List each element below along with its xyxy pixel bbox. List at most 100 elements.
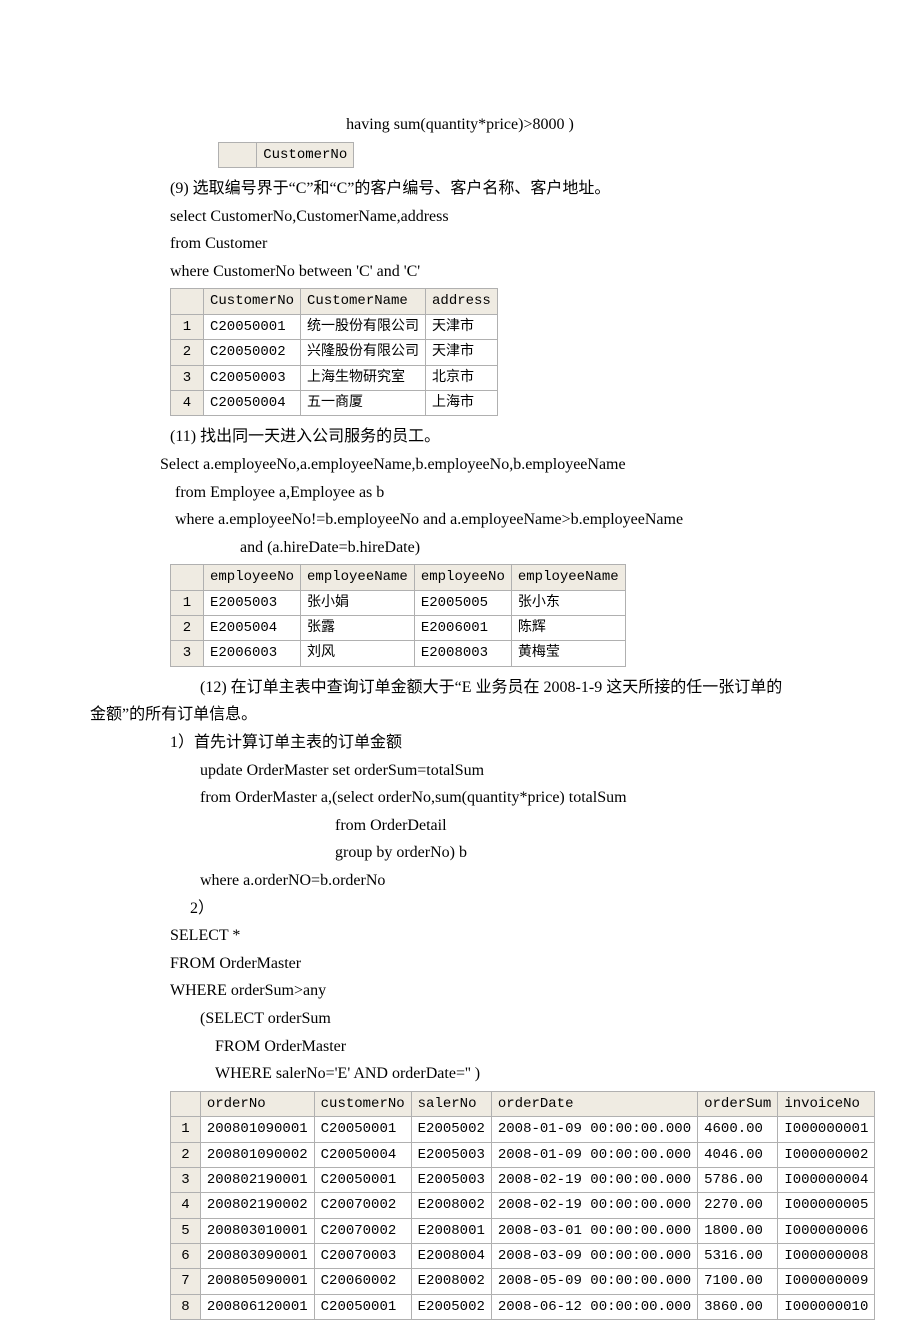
row-number: 1 <box>171 314 204 339</box>
cell: E2005002 <box>411 1117 491 1142</box>
row-number: 1 <box>171 1117 201 1142</box>
cell: 张露 <box>301 616 415 641</box>
cell: E2008001 <box>411 1218 491 1243</box>
table-row: 5200803010001C20070002E20080012008-03-01… <box>171 1218 875 1243</box>
cell: 张小东 <box>511 590 625 615</box>
mini-result-table: CustomerNo <box>218 142 354 168</box>
mini-table-header: CustomerNo <box>257 142 354 167</box>
cell: E2006003 <box>204 641 301 666</box>
table-row: 6200803090001C20070003E20080042008-03-09… <box>171 1244 875 1269</box>
cell: C20050004 <box>314 1142 411 1167</box>
table-row: 3200802190001C20050001E20050032008-02-19… <box>171 1167 875 1192</box>
cell: C20070003 <box>314 1244 411 1269</box>
q12-sql-line: WHERE salerNo='E' AND orderDate='' ) <box>90 1061 830 1087</box>
cell: I000000009 <box>778 1269 875 1294</box>
cell: C20050001 <box>204 314 301 339</box>
cell: 3860.00 <box>698 1294 778 1319</box>
cell: 200801090002 <box>200 1142 314 1167</box>
col-header: orderDate <box>491 1091 697 1116</box>
col-header: orderNo <box>200 1091 314 1116</box>
col-header: address <box>426 289 498 314</box>
col-header <box>171 565 204 590</box>
cell: 五一商厦 <box>301 390 426 415</box>
cell: 刘风 <box>301 641 415 666</box>
cell: C20070002 <box>314 1218 411 1243</box>
q12-sql-line: WHERE orderSum>any <box>90 978 830 1004</box>
row-number: 3 <box>171 641 204 666</box>
q12-title-a: (12) 在订单主表中查询订单金额大于“E 业务员在 2008-1-9 这天所接… <box>90 675 830 701</box>
row-number: 4 <box>171 1193 201 1218</box>
col-header: invoiceNo <box>778 1091 875 1116</box>
table-row: 8200806120001C20050001E20050022008-06-12… <box>171 1294 875 1319</box>
cell: I000000010 <box>778 1294 875 1319</box>
cell: E2005002 <box>411 1294 491 1319</box>
cell: 2008-03-01 00:00:00.000 <box>491 1218 697 1243</box>
q11-sql-line: from Employee a,Employee as b <box>90 480 830 506</box>
cell: 2008-01-09 00:00:00.000 <box>491 1117 697 1142</box>
cell: 兴隆股份有限公司 <box>301 340 426 365</box>
cell: 200806120001 <box>200 1294 314 1319</box>
table-row: 1E2005003张小娟E2005005张小东 <box>171 590 626 615</box>
cell: C20050003 <box>204 365 301 390</box>
cell: I000000001 <box>778 1117 875 1142</box>
row-number: 4 <box>171 390 204 415</box>
cell: 2008-02-19 00:00:00.000 <box>491 1167 697 1192</box>
cell: 2008-01-09 00:00:00.000 <box>491 1142 697 1167</box>
cell: E2005003 <box>204 590 301 615</box>
cell: 北京市 <box>426 365 498 390</box>
row-number: 6 <box>171 1244 201 1269</box>
cell: E2006001 <box>414 616 511 641</box>
cell: 200803010001 <box>200 1218 314 1243</box>
cell: E2008004 <box>411 1244 491 1269</box>
result-table-orders: orderNocustomerNosalerNoorderDateorderSu… <box>170 1091 875 1321</box>
cell: 上海生物研究室 <box>301 365 426 390</box>
row-number: 5 <box>171 1218 201 1243</box>
cell: C20050002 <box>204 340 301 365</box>
table-row: 1200801090001C20050001E20050022008-01-09… <box>171 1117 875 1142</box>
cell: E2005005 <box>414 590 511 615</box>
row-number: 2 <box>171 616 204 641</box>
q12-step1: 1）首先计算订单主表的订单金额 <box>90 730 830 756</box>
result-table-customers: CustomerNoCustomerNameaddress1C20050001统… <box>170 288 498 416</box>
cell: 5786.00 <box>698 1167 778 1192</box>
result-table-employees: employeeNoemployeeNameemployeeNoemployee… <box>170 564 626 667</box>
cell: 200805090001 <box>200 1269 314 1294</box>
cell: I000000004 <box>778 1167 875 1192</box>
cell: C20050001 <box>314 1167 411 1192</box>
cell: E2008003 <box>414 641 511 666</box>
cell: 上海市 <box>426 390 498 415</box>
cell: 7100.00 <box>698 1269 778 1294</box>
cell: 4600.00 <box>698 1117 778 1142</box>
q12-sql-line: group by orderNo) b <box>90 840 830 866</box>
q11-sql-line: and (a.hireDate=b.hireDate) <box>90 535 830 561</box>
cell: C20050001 <box>314 1294 411 1319</box>
cell: C20050004 <box>204 390 301 415</box>
row-number: 8 <box>171 1294 201 1319</box>
cell: E2008002 <box>411 1193 491 1218</box>
table-row: 2200801090002C20050004E20050032008-01-09… <box>171 1142 875 1167</box>
q12-step2: 2） <box>90 896 830 922</box>
cell: E2008002 <box>411 1269 491 1294</box>
cell: 200802190002 <box>200 1193 314 1218</box>
table-row: 4200802190002C20070002E20080022008-02-19… <box>171 1193 875 1218</box>
cell: C20060002 <box>314 1269 411 1294</box>
col-header <box>171 289 204 314</box>
q12-sql-line: from OrderMaster a,(select orderNo,sum(q… <box>90 785 830 811</box>
q12-sql-line: where a.orderNO=b.orderNo <box>90 868 830 894</box>
cell: E2005004 <box>204 616 301 641</box>
mini-table-blank <box>219 142 257 167</box>
col-header: employeeName <box>511 565 625 590</box>
cell: 天津市 <box>426 340 498 365</box>
cell: 黄梅莹 <box>511 641 625 666</box>
col-header: CustomerName <box>301 289 426 314</box>
col-header: employeeNo <box>414 565 511 590</box>
cell: 天津市 <box>426 314 498 339</box>
cell: 200801090001 <box>200 1117 314 1142</box>
cell: 统一股份有限公司 <box>301 314 426 339</box>
cell: I000000005 <box>778 1193 875 1218</box>
cell: I000000006 <box>778 1218 875 1243</box>
having-line: having sum(quantity*price)>8000 ) <box>90 112 830 138</box>
q9-sql-line: from Customer <box>90 231 830 257</box>
row-number: 2 <box>171 340 204 365</box>
table-row: 2C20050002兴隆股份有限公司天津市 <box>171 340 498 365</box>
